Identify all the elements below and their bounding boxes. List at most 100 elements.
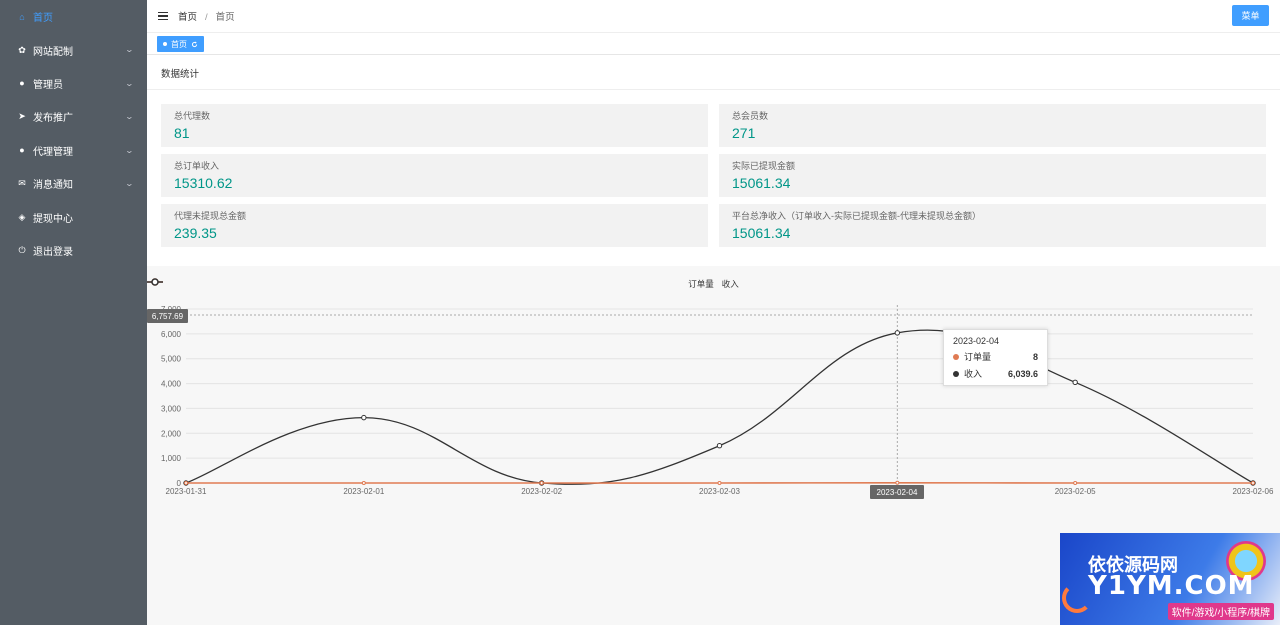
sidebar-item[interactable]: ● 管理员 ⌄ [0, 67, 147, 100]
y-tick-label: 6,000 [161, 330, 182, 339]
stat-card: 总代理数 81 [161, 104, 708, 147]
data-point-orders [1073, 481, 1078, 485]
main-content: 首页 / 首页 菜单 首页 数据统计 总代理数 81 总会员数 271 总订单收入 15310… [147, 0, 1280, 625]
send-icon: ➤ [18, 111, 26, 122]
sidebar-item-label: 首页 [33, 13, 53, 25]
breadcrumb-separator: / [205, 12, 208, 23]
y-tick-label: 1,000 [161, 454, 182, 463]
hamburger-icon[interactable] [158, 11, 168, 21]
stat-label: 代理未提现总金额 [174, 211, 247, 221]
card-title: 数据统计 [147, 56, 1280, 90]
stat-value: 239.35 [174, 225, 217, 241]
menu-button[interactable]: 菜单 [1232, 5, 1269, 26]
sidebar-item-label: 代理管理 [33, 146, 73, 158]
watermark-logo: 依依源码网 Y1YM.COM 软件/游戏/小程序/棋牌 [1060, 533, 1280, 625]
chart-tooltip: 2023-02-04 订单量 8 收入 6,039.6 [943, 329, 1048, 386]
watermark-line2: Y1YM.COM [1088, 571, 1255, 601]
y-tick-label: 4,000 [161, 380, 182, 389]
sidebar-item-label: 网站配制 [33, 46, 73, 58]
data-point-income [894, 330, 901, 336]
cube-icon: ◈ [18, 211, 26, 222]
breadcrumb: 首页 / 首页 [178, 9, 235, 23]
data-point-orders [184, 481, 188, 485]
y-tick-label: 2,000 [161, 429, 182, 438]
tooltip-value: 8 [1032, 351, 1038, 362]
stat-value: 15061.34 [732, 225, 791, 241]
mail-icon: ✉ [18, 178, 26, 189]
stat-card: 总订单收入 15310.62 [161, 154, 708, 197]
gear-icon: ✿ [18, 44, 26, 55]
refresh-icon[interactable] [191, 41, 198, 48]
series-line-income [185, 329, 1254, 485]
breadcrumb-item-current: 首页 [215, 12, 235, 23]
data-point-orders [895, 480, 900, 485]
sidebar-item[interactable]: ● 代理管理 ⌄ [0, 134, 147, 167]
tooltip-series: 订单量 [964, 352, 992, 362]
data-point-orders [1251, 481, 1255, 485]
stat-value: 271 [732, 125, 756, 141]
tooltip-marker [953, 353, 959, 360]
x-tick-label: 2023-01-31 [166, 487, 207, 496]
sidebar-item[interactable]: ⏻ 退出登录 [0, 234, 147, 267]
stat-card: 代理未提现总金额 239.35 [161, 204, 708, 247]
data-point-income [361, 414, 367, 421]
y-tick-label: 5,000 [161, 355, 182, 364]
sidebar-item[interactable]: ✉ 消息通知 ⌄ [0, 167, 147, 200]
y-tick-label: 3,000 [161, 404, 182, 413]
x-tick-label: 2023-02-05 [1055, 487, 1096, 496]
crosshair-x-label: 2023-02-04 [870, 485, 924, 499]
stat-label: 总会员数 [732, 111, 769, 121]
stat-value: 15310.62 [174, 175, 233, 191]
tab-bar: 首页 [147, 33, 1280, 55]
data-point-orders [539, 481, 544, 485]
user-icon: ● [19, 78, 25, 89]
sidebar-item-label: 发布推广 [33, 113, 73, 125]
sidebar-item[interactable]: ➤ 发布推广 ⌄ [0, 100, 147, 133]
chevron-down-icon: ⌄ [124, 145, 135, 155]
sidebar-item-label: 提现中心 [33, 213, 73, 225]
chevron-down-icon: ⌄ [124, 112, 135, 122]
stat-label: 总订单收入 [174, 161, 220, 171]
tooltip-title: 2023-02-04 [953, 336, 1000, 346]
chevron-down-icon: ⌄ [124, 45, 135, 55]
top-bar: 首页 / 首页 菜单 [147, 0, 1280, 33]
sidebar-item[interactable]: ⌂ 首页 [0, 0, 147, 33]
tab-home[interactable]: 首页 [157, 36, 204, 52]
sidebar-item-label: 消息通知 [33, 180, 73, 192]
user-icon: ● [19, 145, 25, 156]
stat-card: 平台总净收入（订单收入-实际已提现金额-代理未提现总金额） 15061.34 [719, 204, 1266, 247]
stat-label: 平台总净收入（订单收入-实际已提现金额-代理未提现总金额） [732, 211, 981, 221]
chevron-down-icon: ⌄ [124, 78, 135, 88]
sidebar: ⌂ 首页 ✿ 网站配制 ⌄ ● 管理员 ⌄ ➤ 发布推广 ⌄ ● 代理管理 ⌄ ✉ 消息通知 ⌄ ◈ 提现中心 ⏻ 退出… [0, 0, 147, 625]
crosshair-y-label: 6,757.69 [147, 309, 188, 323]
tooltip-row: 订单量 8 [953, 350, 1038, 363]
data-point-income [716, 443, 723, 449]
sidebar-item[interactable]: ✿ 网站配制 ⌄ [0, 33, 147, 66]
x-tick-label: 2023-02-03 [699, 487, 740, 496]
x-tick-label: 2023-02-01 [343, 487, 384, 496]
stat-label: 总代理数 [174, 111, 211, 121]
data-point-orders [717, 481, 722, 485]
tab-dot-icon [163, 42, 167, 46]
x-tick-label: 2023-02-06 [1233, 487, 1274, 496]
power-icon: ⏻ [18, 244, 26, 255]
home-icon: ⌂ [19, 11, 25, 22]
sidebar-item-label: 管理员 [33, 79, 63, 91]
chevron-down-icon: ⌄ [124, 178, 135, 188]
sidebar-item[interactable]: ◈ 提现中心 [0, 200, 147, 233]
tooltip-series: 收入 [964, 369, 983, 379]
stat-label: 实际已提现金额 [732, 161, 796, 171]
stat-value: 81 [174, 125, 190, 141]
stat-value: 15061.34 [732, 175, 791, 191]
breadcrumb-item[interactable]: 首页 [178, 12, 197, 23]
stat-card: 总会员数 271 [719, 104, 1266, 147]
tab-label: 首页 [171, 39, 187, 49]
stat-card: 实际已提现金额 15061.34 [719, 154, 1266, 197]
watermark-line3: 软件/游戏/小程序/棋牌 [1167, 603, 1274, 620]
tooltip-value: 6,039.6 [1007, 368, 1038, 379]
sidebar-item-label: 退出登录 [33, 246, 73, 258]
tooltip-marker [953, 370, 959, 377]
data-point-income [1072, 379, 1078, 386]
x-tick-label: 2023-02-02 [521, 487, 562, 496]
tooltip-row: 收入 6,039.6 [953, 367, 1038, 380]
